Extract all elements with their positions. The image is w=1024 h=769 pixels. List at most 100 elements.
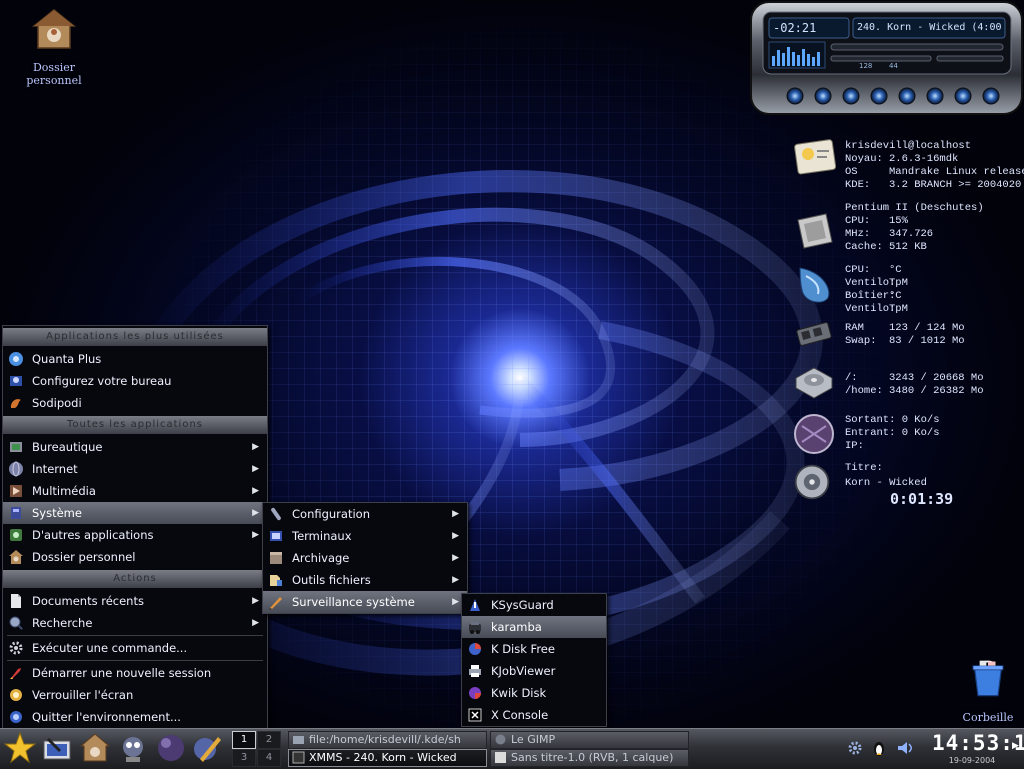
desktop-icon-trash[interactable]: Corbeille	[954, 656, 1022, 724]
printer-icon	[469, 665, 481, 677]
xmms-eject-button[interactable]	[927, 88, 943, 104]
k-menu-item-lock-screen[interactable]: Verrouiller l'écran	[3, 684, 267, 706]
disk-pie-icon	[469, 643, 481, 655]
monitor-kde-value: 3.2 BRANCH >= 2004020	[889, 179, 1022, 191]
systeme-item-outils-fichiers[interactable]: Outils fichiers ▶	[263, 569, 467, 591]
task-konqueror[interactable]: file:/home/krisdevill/.kde/sh	[288, 731, 487, 749]
task-gimp[interactable]: Le GIMP	[490, 731, 689, 749]
taskbar-scroll-arrow-icon[interactable]: ▶	[1012, 741, 1022, 751]
xmms-play-button[interactable]	[815, 88, 831, 104]
monitor-root-disk-value: 3243 / 20668 Mo	[889, 372, 984, 384]
xmms-repeat-button[interactable]	[983, 88, 999, 104]
surveillance-submenu[interactable]: KSysGuard karamba K Disk Free KJobViewer…	[461, 593, 607, 727]
pager-desktop-1[interactable]: 1	[232, 731, 256, 749]
tux-tray-icon[interactable]	[870, 739, 888, 757]
monitor-net-in: Entrant: 0 Ko/s	[845, 427, 940, 439]
monitor-os-value: Mandrake Linux release 10	[889, 166, 1024, 178]
surveillance-item-karamba[interactable]: karamba	[462, 616, 606, 638]
gimp-launcher-icon[interactable]	[116, 731, 150, 765]
submenu-item-label: Configuration	[292, 507, 370, 521]
submenu-arrow-icon: ▶	[252, 464, 259, 474]
xmms-bitrate: 128	[859, 62, 873, 70]
xmms-stop-button[interactable]	[871, 88, 887, 104]
monitor-pen-icon	[269, 597, 282, 610]
desktop-launcher-icon[interactable]	[40, 731, 74, 765]
surveillance-item-kjobviewer[interactable]: KJobViewer	[462, 660, 606, 682]
image-icon	[495, 752, 506, 763]
monitor-fan2-label: Ventilo:	[845, 303, 896, 315]
k-menu-item-label: Bureautique	[32, 440, 103, 454]
k-menu-item-systeme[interactable]: Système ▶	[3, 502, 267, 524]
network-gear-tray-icon[interactable]	[846, 739, 864, 757]
k-menu-item-run-command[interactable]: Exécuter une commande...	[3, 637, 267, 659]
monitor-ip: IP:	[845, 440, 864, 452]
surveillance-item-kdiskfree[interactable]: K Disk Free	[462, 638, 606, 660]
submenu-item-label: Terminaux	[292, 529, 352, 543]
k-menu-header-most-used: Applications les plus utilisées	[3, 328, 267, 346]
xmms-next-button[interactable]	[899, 88, 915, 104]
k-menu-item-bureautique[interactable]: Bureautique ▶	[3, 436, 267, 458]
task-gimp-image[interactable]: Sans titre-1.0 (RVB, 1 calque)	[490, 749, 689, 767]
k-menu-item-sodipodi[interactable]: Sodipodi	[3, 392, 267, 414]
k-menu-star-button[interactable]	[3, 731, 37, 765]
k-menu-item-home-folder[interactable]: Dossier personnel	[3, 546, 267, 568]
k-menu[interactable]: Applications les plus utilisées Quanta P…	[2, 325, 268, 729]
file-tools-icon	[270, 575, 282, 586]
k-menu-item-internet[interactable]: Internet ▶	[3, 458, 267, 480]
surveillance-item-kwikdisk[interactable]: Kwik Disk	[462, 682, 606, 704]
monitor-cpu-value: 15%	[889, 215, 908, 227]
systeme-submenu[interactable]: Configuration ▶ Terminaux ▶ Archivage ▶ Out…	[262, 502, 468, 614]
submenu-arrow-icon: ▶	[252, 596, 259, 606]
monitor-cpu-temp-value: °C	[889, 264, 902, 276]
monitor-user-host: krisdevill@localhost	[845, 140, 972, 152]
submenu-arrow-icon: ▶	[252, 530, 259, 540]
folder-icon	[293, 736, 304, 744]
taskbar-clock[interactable]: 14:53:10 19-09-2004	[932, 730, 1024, 765]
systeme-item-surveillance[interactable]: Surveillance système ▶	[263, 591, 467, 613]
task-label: Sans titre-1.0 (RVB, 1 calque)	[511, 751, 674, 764]
monitor-box-temp-label: Boîtier:	[845, 290, 896, 302]
desktop-icon-home[interactable]: Dossier personnel	[6, 6, 102, 87]
pager-desktop-2[interactable]: 2	[257, 731, 281, 749]
submenu-arrow-icon: ▶	[452, 531, 459, 541]
k-menu-item-new-session[interactable]: Démarrer une nouvelle session	[3, 662, 267, 684]
rocket-icon	[10, 668, 21, 679]
document-icon	[11, 594, 21, 608]
xmms-player[interactable]: -02:21 240. Korn - Wicked (4:00) 128 44	[749, 0, 1024, 116]
surveillance-item-ksysguard[interactable]: KSysGuard	[462, 594, 606, 616]
search-icon	[9, 616, 23, 630]
office-icon	[10, 442, 22, 452]
systeme-item-configuration[interactable]: Configuration ▶	[263, 503, 467, 525]
submenu-item-label: K Disk Free	[491, 642, 555, 656]
xmms-prev-button[interactable]	[787, 88, 803, 104]
home-folder-icon[interactable]	[78, 731, 112, 765]
k-menu-item-recent-docs[interactable]: Documents récents ▶	[3, 590, 267, 612]
k-menu-item-label: Documents récents	[32, 594, 144, 608]
k-menu-item-search[interactable]: Recherche ▶	[3, 612, 267, 634]
k-menu-item-quanta[interactable]: Quanta Plus	[3, 348, 267, 370]
editor-launcher-icon[interactable]	[190, 731, 224, 765]
xmms-pause-button[interactable]	[843, 88, 859, 104]
k-menu-separator	[7, 660, 263, 661]
k-menu-item-other-apps[interactable]: D'autres applications ▶	[3, 524, 267, 546]
pager-desktop-3[interactable]: 3	[232, 749, 256, 767]
volume-speaker-icon[interactable]	[896, 739, 914, 757]
k-menu-separator	[7, 635, 263, 636]
task-label: file:/home/krisdevill/.kde/sh	[309, 733, 461, 746]
virtual-desktop-pager[interactable]: 1 2 3 4	[232, 731, 282, 767]
monitor-home-disk-label: /home:	[845, 385, 883, 397]
task-xmms[interactable]: XMMS - 240. Korn - Wicked	[288, 749, 487, 767]
monitor-cache-label: Cache:	[845, 241, 883, 253]
surveillance-item-xconsole[interactable]: X Console	[462, 704, 606, 726]
system-icon	[11, 507, 21, 519]
submenu-arrow-icon: ▶	[452, 553, 459, 563]
pager-desktop-4[interactable]: 4	[257, 749, 281, 767]
k-menu-item-label: D'autres applications	[32, 528, 154, 542]
xmms-shuffle-button[interactable]	[955, 88, 971, 104]
systeme-item-archivage[interactable]: Archivage ▶	[263, 547, 467, 569]
media-player-launcher-icon[interactable]	[154, 731, 188, 765]
systeme-item-terminaux[interactable]: Terminaux ▶	[263, 525, 467, 547]
k-menu-item-logout[interactable]: Quitter l'environnement...	[3, 706, 267, 728]
k-menu-item-multimedia[interactable]: Multimédia ▶	[3, 480, 267, 502]
k-menu-item-configure-desktop[interactable]: Configurez votre bureau	[3, 370, 267, 392]
